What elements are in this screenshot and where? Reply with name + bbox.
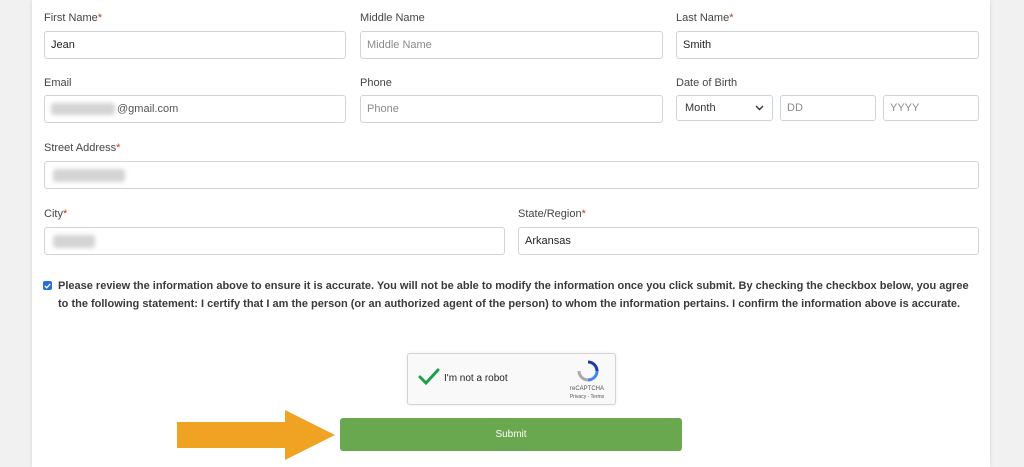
state-input[interactable] xyxy=(518,227,979,255)
phone-input[interactable] xyxy=(360,95,663,123)
first-name-input[interactable] xyxy=(44,31,346,59)
redacted-email-user xyxy=(51,103,115,115)
state-label: State/Region* xyxy=(518,208,586,220)
city-label: City* xyxy=(44,208,68,220)
city-input[interactable] xyxy=(44,227,505,255)
first-name-label: First Name* xyxy=(44,12,103,24)
submit-button[interactable]: Submit xyxy=(340,418,682,451)
middle-name-label: Middle Name xyxy=(360,12,425,24)
last-name-input[interactable] xyxy=(676,31,979,59)
chevron-down-icon xyxy=(755,102,764,114)
middle-name-input[interactable] xyxy=(360,31,663,59)
checkmark-icon[interactable] xyxy=(418,368,440,391)
redacted-street xyxy=(53,169,125,182)
dob-day-input[interactable] xyxy=(780,95,876,121)
accuracy-statement: Please review the information above to e… xyxy=(58,280,969,310)
email-label: Email xyxy=(44,77,72,89)
accuracy-checkbox[interactable] xyxy=(43,281,52,290)
recaptcha-brand: reCAPTCHA xyxy=(569,386,604,392)
dob-year-input[interactable] xyxy=(883,95,979,121)
recaptcha-links[interactable]: Privacy - Terms xyxy=(562,394,612,400)
redacted-city xyxy=(53,235,95,248)
street-address-input[interactable] xyxy=(44,161,979,189)
recaptcha-label: I'm not a robot xyxy=(444,373,508,384)
email-input[interactable]: @gmail.com xyxy=(44,95,346,123)
dob-label: Date of Birth xyxy=(676,77,738,89)
phone-label: Phone xyxy=(360,77,392,89)
form-card: First Name* Middle Name Last Name* Email… xyxy=(32,0,990,467)
recaptcha-logo-icon xyxy=(577,360,599,387)
check-icon xyxy=(44,283,51,289)
email-domain: @gmail.com xyxy=(117,103,179,115)
dob-month-value: Month xyxy=(685,102,716,114)
dob-month-select[interactable]: Month xyxy=(676,95,773,121)
recaptcha-widget[interactable]: I'm not a robot reCAPTCHA Privacy - Term… xyxy=(407,353,616,405)
arrow-right-icon xyxy=(177,410,335,460)
street-address-label: Street Address* xyxy=(44,142,121,154)
last-name-label: Last Name* xyxy=(676,12,734,24)
